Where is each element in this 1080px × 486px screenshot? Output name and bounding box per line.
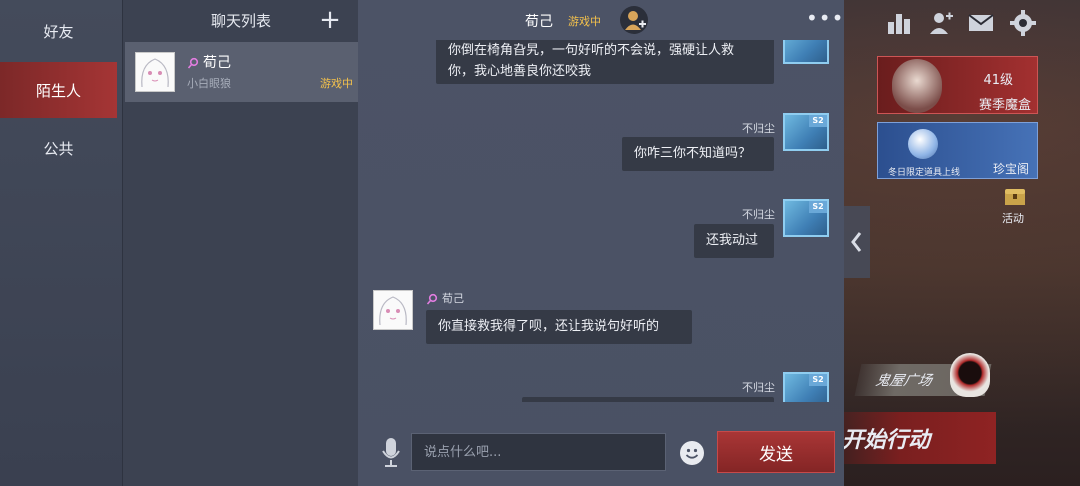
contact-avatar — [373, 290, 413, 330]
message-line: 你，我心地善良你还咬我 — [448, 64, 592, 79]
season-box-label: 赛季魔盒 — [978, 98, 1031, 113]
activity-button[interactable]: 活动 — [998, 188, 1032, 228]
chat-list-title: 聊天列表 — [210, 11, 271, 30]
message-input[interactable] — [411, 433, 666, 471]
category-label: 陌生人 — [35, 81, 81, 100]
message-list[interactable]: 你倒在椅角旮旯，一句好听的不会说，强硬让人救 你，我心地善良你还咬我 S2 不归… — [358, 40, 844, 402]
contact-name-text: 荀己 — [203, 55, 231, 71]
season-badge: S2 — [809, 374, 827, 386]
smiley-icon — [685, 448, 699, 459]
chat-list-panel: 聊天列表 + 荀己 小白眼狼 游戏中 — [122, 0, 360, 486]
chest-icon — [1005, 189, 1025, 205]
level-label: 41级 — [983, 73, 1013, 88]
add-person-icon — [625, 11, 646, 30]
chat-status-badge: 游戏中 — [568, 15, 601, 28]
treasure-label: 珍宝阁 — [992, 162, 1029, 176]
category-label: 好友 — [43, 22, 74, 41]
collapse-panel-tab[interactable] — [844, 206, 870, 278]
contact-avatar — [135, 52, 175, 92]
treasure-card[interactable]: 冬日限定道具上线 珍宝阁 — [877, 122, 1038, 179]
message-sender: 不归尘 — [742, 122, 775, 135]
crystal-ball-icon — [908, 129, 938, 159]
start-action-button[interactable]: 开始行动 — [836, 412, 996, 464]
emoji-button[interactable] — [680, 441, 704, 465]
mail-icon[interactable] — [968, 10, 994, 36]
contact-subtitle: 小白眼狼 — [187, 77, 231, 90]
category-tab-strangers[interactable]: 陌生人 — [0, 62, 117, 118]
chevron-left-icon — [851, 232, 862, 252]
contact-status-badge: 游戏中 — [320, 77, 353, 90]
message-bubble-outgoing — [522, 397, 774, 402]
message-line: 你倒在椅角旮旯，一句好听的不会说，强硬让人救 — [448, 43, 735, 58]
add-chat-button[interactable]: + — [315, 4, 345, 36]
message-bubble-incoming: 你倒在椅角旮旯，一句好听的不会说，强硬让人救 你，我心地善良你还咬我 — [436, 40, 774, 84]
gear-icon[interactable] — [1010, 10, 1036, 36]
activity-label: 活动 — [1002, 212, 1024, 225]
self-avatar: S2 — [783, 372, 829, 402]
message-line: 你直接救我得了呗，还让我说句好听的 — [438, 319, 660, 334]
contact-list-item[interactable]: 荀己 小白眼狼 游戏中 — [125, 42, 359, 102]
send-button[interactable]: 发送 — [717, 431, 835, 473]
winter-label: 冬日限定道具上线 — [888, 168, 961, 178]
category-tab-friends[interactable]: 好友 — [0, 3, 117, 59]
add-friend-icon[interactable] — [928, 10, 954, 36]
category-tab-public[interactable]: 公共 — [0, 120, 117, 176]
ghost-mask-icon — [950, 353, 990, 397]
add-friend-button[interactable] — [620, 6, 648, 34]
message-bubble-incoming: 你直接救我得了呗，还让我说句好听的 — [426, 310, 692, 344]
season-badge: S2 — [809, 201, 827, 213]
category-sidebar: 好友 陌生人 公共 — [0, 0, 122, 486]
anime-girl-avatar-icon — [379, 296, 407, 326]
message-sender: 不归尘 — [742, 208, 775, 221]
female-icon — [426, 293, 438, 305]
female-icon — [187, 57, 199, 69]
ranking-icon[interactable] — [886, 10, 912, 36]
self-avatar: S2 — [783, 199, 829, 237]
message-line: 你咋三你不知道吗？ — [634, 146, 752, 161]
more-options-button[interactable]: ••• — [806, 8, 843, 32]
self-avatar: S2 — [783, 40, 829, 64]
season-badge: S2 — [809, 115, 827, 127]
chat-title: 荀己 — [525, 14, 553, 30]
message-sender: 不归尘 — [742, 381, 775, 394]
haunted-plaza-label: 鬼屋广场 — [874, 373, 934, 389]
self-avatar: S2 — [783, 113, 829, 151]
season-character — [892, 59, 942, 113]
anime-girl-avatar-icon — [141, 58, 169, 88]
start-action-label: 开始行动 — [842, 428, 931, 453]
message-line: 还我动过 — [706, 233, 759, 248]
season-box-card[interactable]: 41级 赛季魔盒 — [877, 56, 1038, 114]
chat-header: 荀己 游戏中 ••• — [358, 0, 844, 40]
category-label: 公共 — [43, 139, 74, 158]
contact-name: 荀己 — [187, 52, 231, 72]
microphone-icon[interactable] — [380, 436, 402, 468]
message-bubble-outgoing: 你咋三你不知道吗？ — [622, 137, 774, 171]
message-sender: 荀己 — [426, 290, 464, 306]
chat-panel: 荀己 游戏中 ••• 你倒在椅角旮旯，一句好听的不会说，强硬让人救 你，我心地善… — [358, 0, 844, 486]
message-sender-name: 荀己 — [442, 292, 464, 305]
message-bubble-outgoing: 还我动过 — [694, 224, 774, 258]
